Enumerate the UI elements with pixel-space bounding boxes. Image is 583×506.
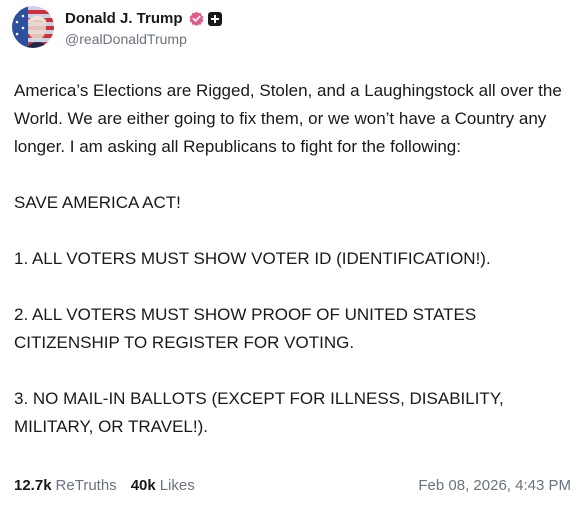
post-header: Donald J. Trump @realDonaldTrump [12,6,222,48]
post-paragraph-item-3: 3. NO MAIL-IN BALLOTS (EXCEPT FOR ILLNES… [14,389,504,436]
plus-badge-icon [207,11,222,26]
flag-portrait-avatar[interactable] [12,6,54,48]
post-card: Donald J. Trump @realDonaldTrump America… [0,0,583,506]
likes-count: 40k [130,477,156,494]
author-handle[interactable]: @realDonaldTrump [65,31,222,47]
avatar-image [12,6,54,48]
verified-badge-icon [189,11,204,26]
likes-label: Likes [159,477,195,494]
retruths-stat[interactable]: 12.7k ReTruths [14,477,117,494]
retruths-label: ReTruths [55,477,117,494]
post-paragraph-act-title: SAVE AMERICA ACT! [14,193,181,212]
post-body: America’s Elections are Rigged, Stolen, … [14,77,574,441]
post-paragraph-item-1: 1. ALL VOTERS MUST SHOW VOTER ID (IDENTI… [14,249,491,268]
post-paragraph-intro: America’s Elections are Rigged, Stolen, … [14,81,562,156]
author-name-row: Donald J. Trump [65,8,222,30]
post-footer: 12.7k ReTruths 40k Likes Feb 08, 2026, 4… [14,477,571,494]
likes-stat[interactable]: 40k Likes [131,477,195,494]
post-timestamp[interactable]: Feb 08, 2026, 4:43 PM [418,477,571,494]
author-identity: Donald J. Trump @realDonaldTrump [65,8,222,47]
post-paragraph-item-2: 2. ALL VOTERS MUST SHOW PROOF OF UNITED … [14,305,477,352]
author-display-name[interactable]: Donald J. Trump [65,10,183,27]
retruths-count: 12.7k [14,477,52,494]
